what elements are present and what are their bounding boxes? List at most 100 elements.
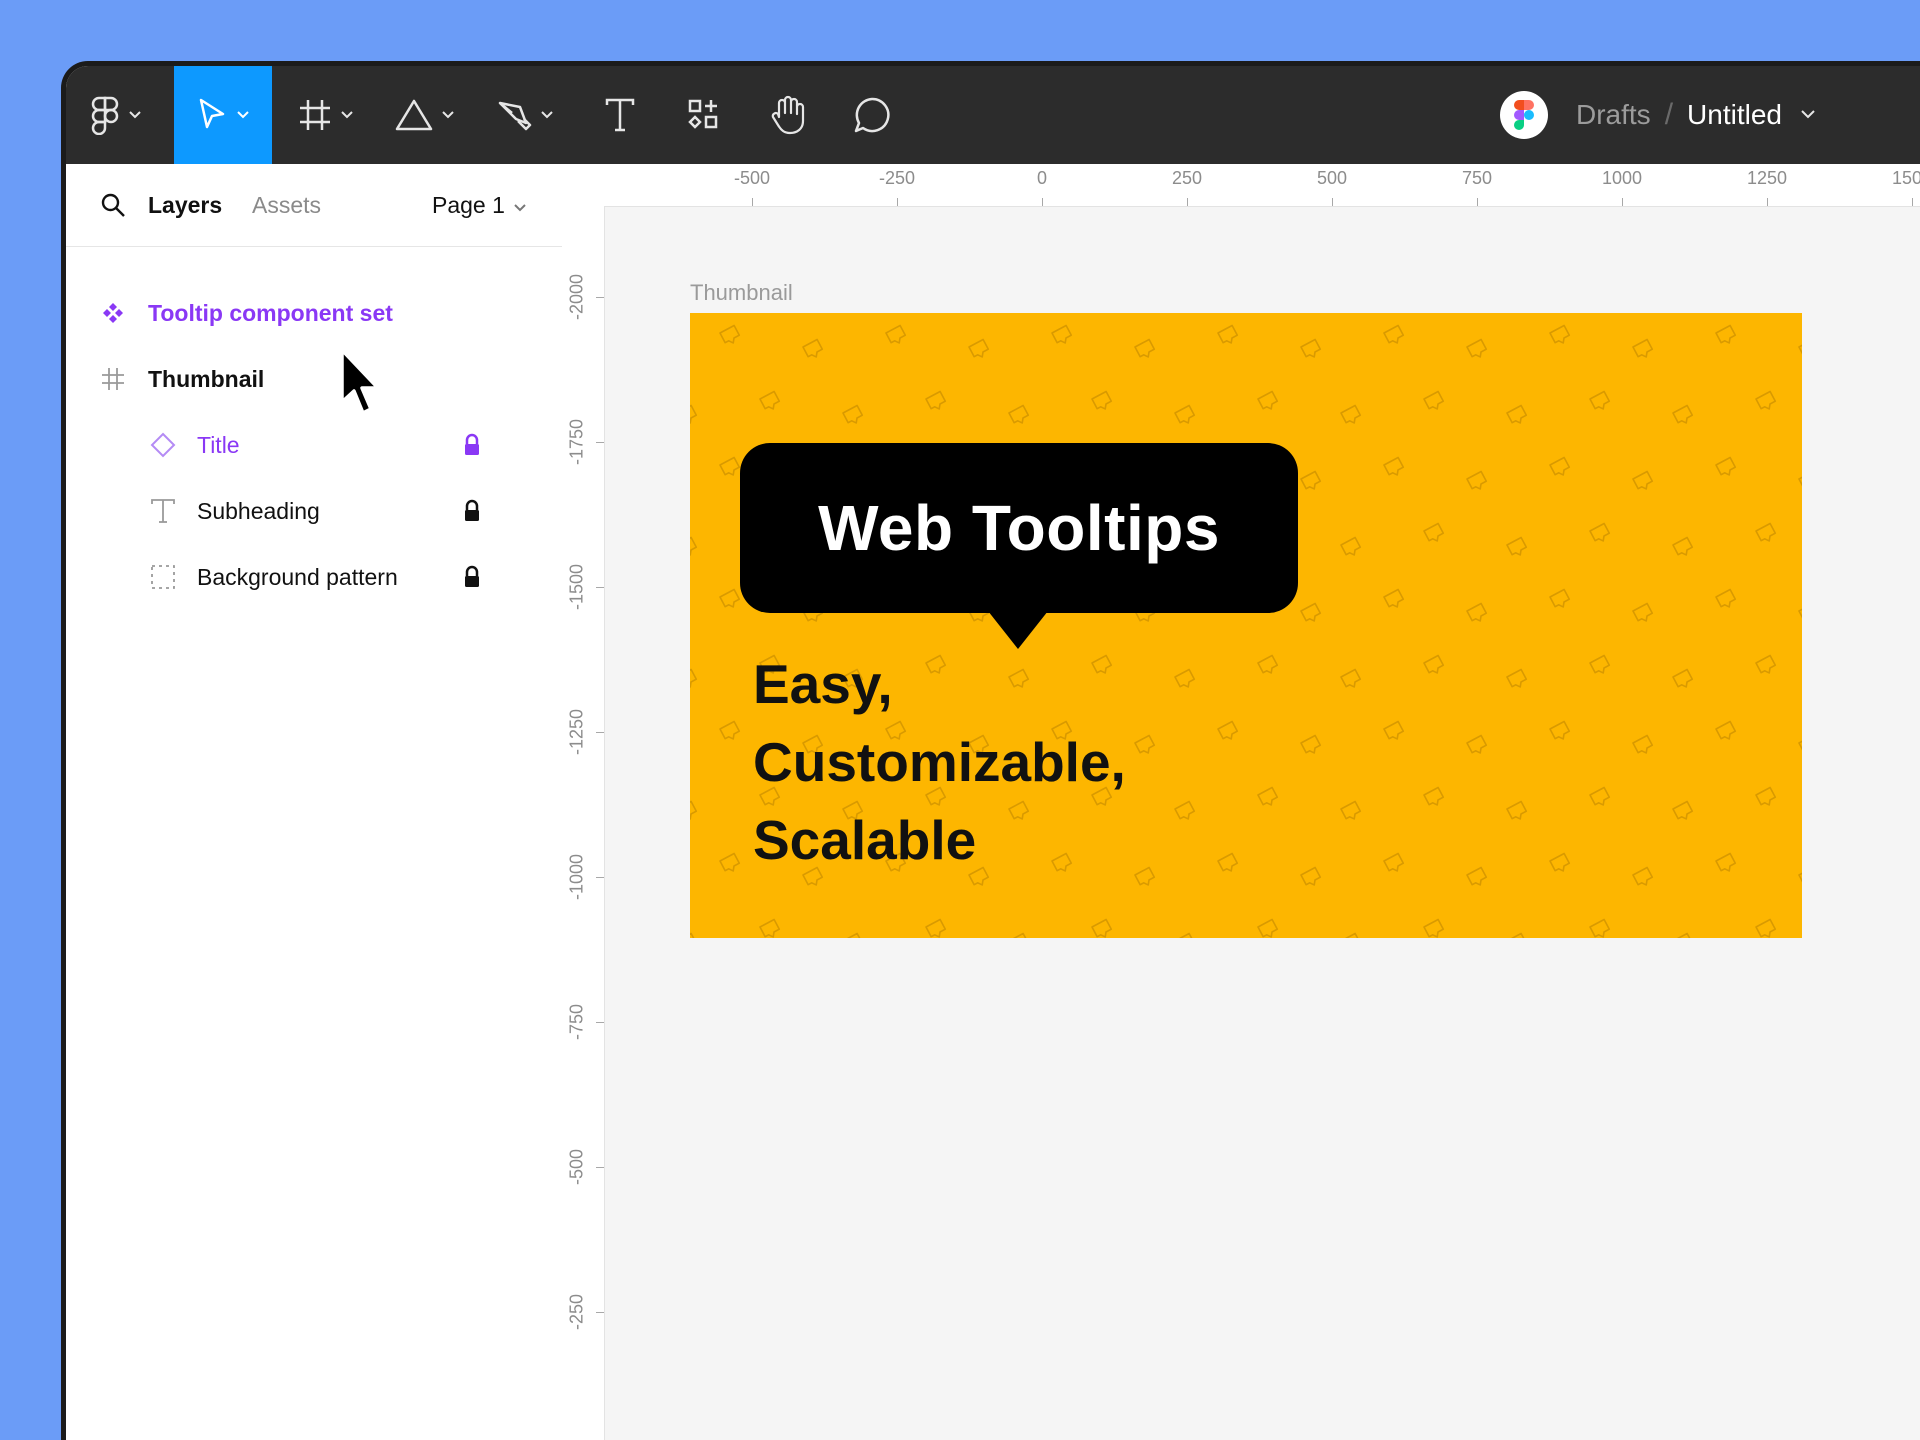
pattern-tooltip-shape bbox=[1506, 668, 1528, 688]
hand-tool-button[interactable] bbox=[748, 66, 828, 164]
ruler-tick bbox=[1912, 198, 1913, 206]
pattern-tooltip-shape bbox=[1174, 932, 1196, 938]
pattern-tooltip-shape bbox=[1008, 932, 1030, 938]
pattern-tooltip-shape bbox=[1257, 390, 1279, 410]
ruler-tick bbox=[1042, 198, 1043, 206]
main-menu-button[interactable] bbox=[66, 66, 166, 164]
pattern-tooltip-shape bbox=[1549, 852, 1571, 872]
panel-header: Layers Assets Page 1 bbox=[66, 164, 562, 247]
chevron-down-icon[interactable] bbox=[1800, 106, 1816, 124]
pattern-tooltip-shape bbox=[1091, 390, 1113, 410]
pattern-tooltip-shape bbox=[1589, 522, 1611, 542]
pattern-tooltip-shape bbox=[1672, 536, 1694, 556]
chevron-down-icon bbox=[540, 110, 554, 120]
ruler-tick bbox=[752, 198, 753, 206]
lock-icon[interactable] bbox=[462, 565, 482, 589]
pattern-tooltip-shape bbox=[1672, 668, 1694, 688]
pattern-tooltip-shape bbox=[1549, 324, 1571, 344]
ruler-tick bbox=[596, 1312, 604, 1313]
pattern-tooltip-shape bbox=[1257, 654, 1279, 674]
pattern-tooltip-shape bbox=[1632, 338, 1654, 358]
tab-assets[interactable]: Assets bbox=[252, 164, 321, 246]
layer-row-thumbnail[interactable]: Thumbnail bbox=[66, 346, 562, 412]
pattern-tooltip-shape bbox=[1340, 404, 1362, 424]
ruler-tick-label: -250 bbox=[566, 1293, 587, 1331]
dashed-frame-icon bbox=[148, 562, 178, 592]
pattern-tooltip-shape bbox=[759, 918, 781, 938]
ruler-tick-label: -250 bbox=[878, 168, 916, 188]
pattern-tooltip-shape bbox=[1798, 602, 1802, 622]
text-tool-button[interactable] bbox=[582, 66, 658, 164]
pattern-tooltip-shape bbox=[1217, 852, 1239, 872]
search-icon[interactable] bbox=[100, 164, 126, 246]
ruler-tick bbox=[1187, 198, 1188, 206]
pattern-tooltip-shape bbox=[1217, 720, 1239, 740]
file-name-button[interactable]: Untitled bbox=[1687, 99, 1782, 131]
text-t-icon bbox=[604, 97, 636, 133]
shape-tool-button[interactable] bbox=[380, 66, 470, 164]
ruler-tick bbox=[596, 1167, 604, 1168]
layer-row-background-pattern[interactable]: Background pattern bbox=[66, 544, 562, 610]
layer-row-subheading[interactable]: Subheading bbox=[66, 478, 562, 544]
chevron-down-icon bbox=[236, 110, 250, 120]
pattern-tooltip-shape bbox=[1383, 852, 1405, 872]
pen-tool-button[interactable] bbox=[480, 66, 570, 164]
page-select[interactable]: Page 1 bbox=[432, 164, 527, 246]
layer-row-title[interactable]: Title bbox=[66, 412, 562, 478]
lock-icon[interactable] bbox=[462, 433, 482, 457]
subheading-text[interactable]: Easy, Customizable, Scalable bbox=[753, 645, 1126, 879]
pattern-tooltip-shape bbox=[1091, 918, 1113, 938]
title-tooltip[interactable]: Web Tooltips bbox=[740, 443, 1298, 613]
pattern-tooltip-shape bbox=[1549, 456, 1571, 476]
frame-label[interactable]: Thumbnail bbox=[690, 280, 793, 306]
chevron-down-icon bbox=[128, 110, 142, 120]
frame-hash-icon bbox=[298, 98, 332, 132]
pattern-tooltip-shape bbox=[1755, 390, 1777, 410]
pattern-tooltip-shape bbox=[1589, 390, 1611, 410]
cursor-arrow-icon bbox=[196, 97, 228, 133]
ruler-tick-label: 250 bbox=[1171, 168, 1203, 188]
comment-tool-button[interactable] bbox=[832, 66, 912, 164]
ruler-tick-label: -1250 bbox=[566, 708, 587, 756]
pattern-tooltip-shape bbox=[1715, 588, 1737, 608]
components-icon bbox=[687, 98, 721, 132]
lock-icon[interactable] bbox=[462, 499, 482, 523]
pattern-tooltip-shape bbox=[690, 668, 698, 688]
layers-panel: Layers Assets Page 1 Tooltip component s… bbox=[66, 164, 563, 1440]
thumbnail-frame[interactable]: Web Tooltips Easy, Customizable, Scalabl… bbox=[690, 313, 1802, 938]
ruler-tick-label: 0 bbox=[562, 1427, 592, 1440]
horizontal-ruler[interactable]: -500 -250 0 250 500 750 1000 1250 1500 bbox=[563, 164, 1920, 207]
pattern-tooltip-shape bbox=[842, 932, 864, 938]
pattern-tooltip-shape bbox=[1466, 470, 1488, 490]
figma-color-logo-icon bbox=[1500, 91, 1548, 139]
tooltip-tail bbox=[988, 611, 1048, 649]
move-tool-button[interactable] bbox=[174, 66, 272, 164]
vertical-ruler[interactable]: -2000 -1750 -1500 -1250 -1000 -750 -500 -250 0 bbox=[562, 206, 605, 1440]
subheading-line: Scalable bbox=[753, 809, 977, 871]
chevron-down-icon bbox=[513, 192, 527, 219]
tab-layers[interactable]: Layers bbox=[148, 164, 222, 246]
text-t-icon bbox=[148, 496, 178, 526]
page-select-label: Page 1 bbox=[432, 191, 505, 218]
pattern-tooltip-shape bbox=[1466, 866, 1488, 886]
chevron-down-icon bbox=[441, 110, 455, 120]
layer-row-tooltip-component-set[interactable]: Tooltip component set bbox=[66, 280, 562, 346]
pattern-tooltip-shape bbox=[1798, 734, 1802, 754]
pattern-tooltip-shape bbox=[1383, 324, 1405, 344]
breadcrumb-drafts-link[interactable]: Drafts bbox=[1576, 99, 1651, 131]
pattern-tooltip-shape bbox=[1423, 390, 1445, 410]
resources-tool-button[interactable] bbox=[664, 66, 744, 164]
pattern-tooltip-shape bbox=[1174, 668, 1196, 688]
pattern-tooltip-shape bbox=[925, 390, 947, 410]
ruler-tick-label: 0 bbox=[1036, 168, 1048, 188]
pattern-tooltip-shape bbox=[1798, 470, 1802, 490]
pattern-tooltip-shape bbox=[690, 932, 698, 938]
pattern-tooltip-shape bbox=[1672, 404, 1694, 424]
breadcrumb-separator: / bbox=[1664, 98, 1674, 131]
pattern-tooltip-shape bbox=[1340, 668, 1362, 688]
layer-label: Subheading bbox=[197, 497, 320, 524]
breadcrumb: Drafts / Untitled bbox=[1500, 66, 1920, 164]
frame-tool-button[interactable] bbox=[284, 66, 368, 164]
pattern-tooltip-shape bbox=[842, 404, 864, 424]
pattern-tooltip-shape bbox=[1257, 918, 1279, 938]
